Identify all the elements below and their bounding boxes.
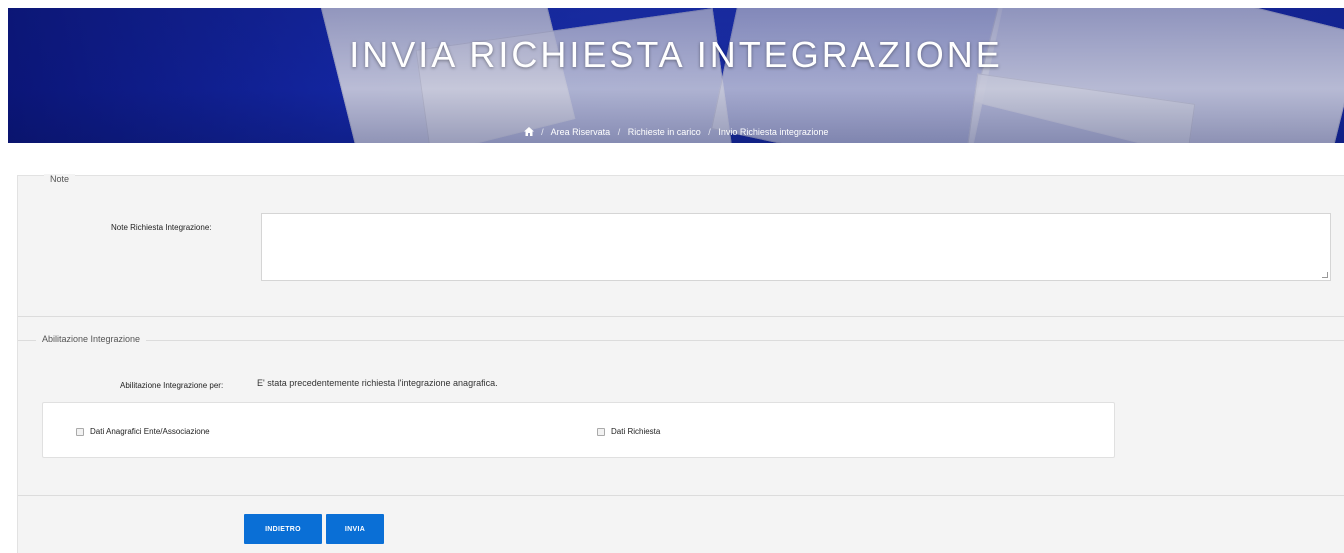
checkbox-label: Dati Anagrafici Ente/Associazione bbox=[90, 427, 210, 436]
breadcrumb-item-area-riservata[interactable]: Area Riservata bbox=[551, 127, 611, 137]
breadcrumb-item-richieste-in-carico[interactable]: Richieste in carico bbox=[628, 127, 701, 137]
send-button[interactable]: INVIA bbox=[326, 514, 384, 544]
abilitazione-legend: Abilitazione Integrazione bbox=[36, 334, 147, 344]
breadcrumb-separator: / bbox=[541, 127, 544, 137]
checkbox-dati-anagrafici[interactable]: Dati Anagrafici Ente/Associazione bbox=[76, 427, 210, 436]
home-icon[interactable] bbox=[523, 127, 534, 138]
form-panel: Note Note Richiesta Integrazione: Abilit… bbox=[17, 174, 1344, 553]
note-field-label: Note Richiesta Integrazione: bbox=[111, 223, 212, 232]
breadcrumb: / Area Riservata / Richieste in carico /… bbox=[8, 127, 1344, 138]
checkbox-label: Dati Richiesta bbox=[611, 427, 661, 436]
note-legend: Note bbox=[44, 174, 76, 184]
note-textarea[interactable] bbox=[261, 213, 1331, 281]
resize-grip-icon[interactable] bbox=[1322, 272, 1328, 278]
checkbox-icon[interactable] bbox=[597, 427, 605, 436]
note-fieldset: Note Note Richiesta Integrazione: bbox=[18, 174, 1344, 317]
abilitazione-label: Abilitazione Integrazione per: bbox=[120, 381, 224, 390]
hero-banner: INVIA RICHIESTA INTEGRAZIONE / Area Rise… bbox=[8, 8, 1344, 143]
breadcrumb-separator: / bbox=[708, 127, 711, 137]
section-divider bbox=[18, 495, 1344, 496]
checkbox-icon[interactable] bbox=[76, 427, 84, 436]
page-title: INVIA RICHIESTA INTEGRAZIONE bbox=[349, 34, 1003, 75]
checkbox-dati-richiesta[interactable]: Dati Richiesta bbox=[597, 427, 660, 436]
back-button[interactable]: INDIETRO bbox=[244, 514, 322, 544]
abilitazione-value: E' stata precedentemente richiesta l'int… bbox=[257, 378, 498, 388]
breadcrumb-item-current: Invio Richiesta integrazione bbox=[718, 127, 829, 137]
breadcrumb-separator: / bbox=[617, 127, 621, 137]
checkbox-group: Dati Anagrafici Ente/Associazione Dati R… bbox=[42, 402, 1115, 458]
